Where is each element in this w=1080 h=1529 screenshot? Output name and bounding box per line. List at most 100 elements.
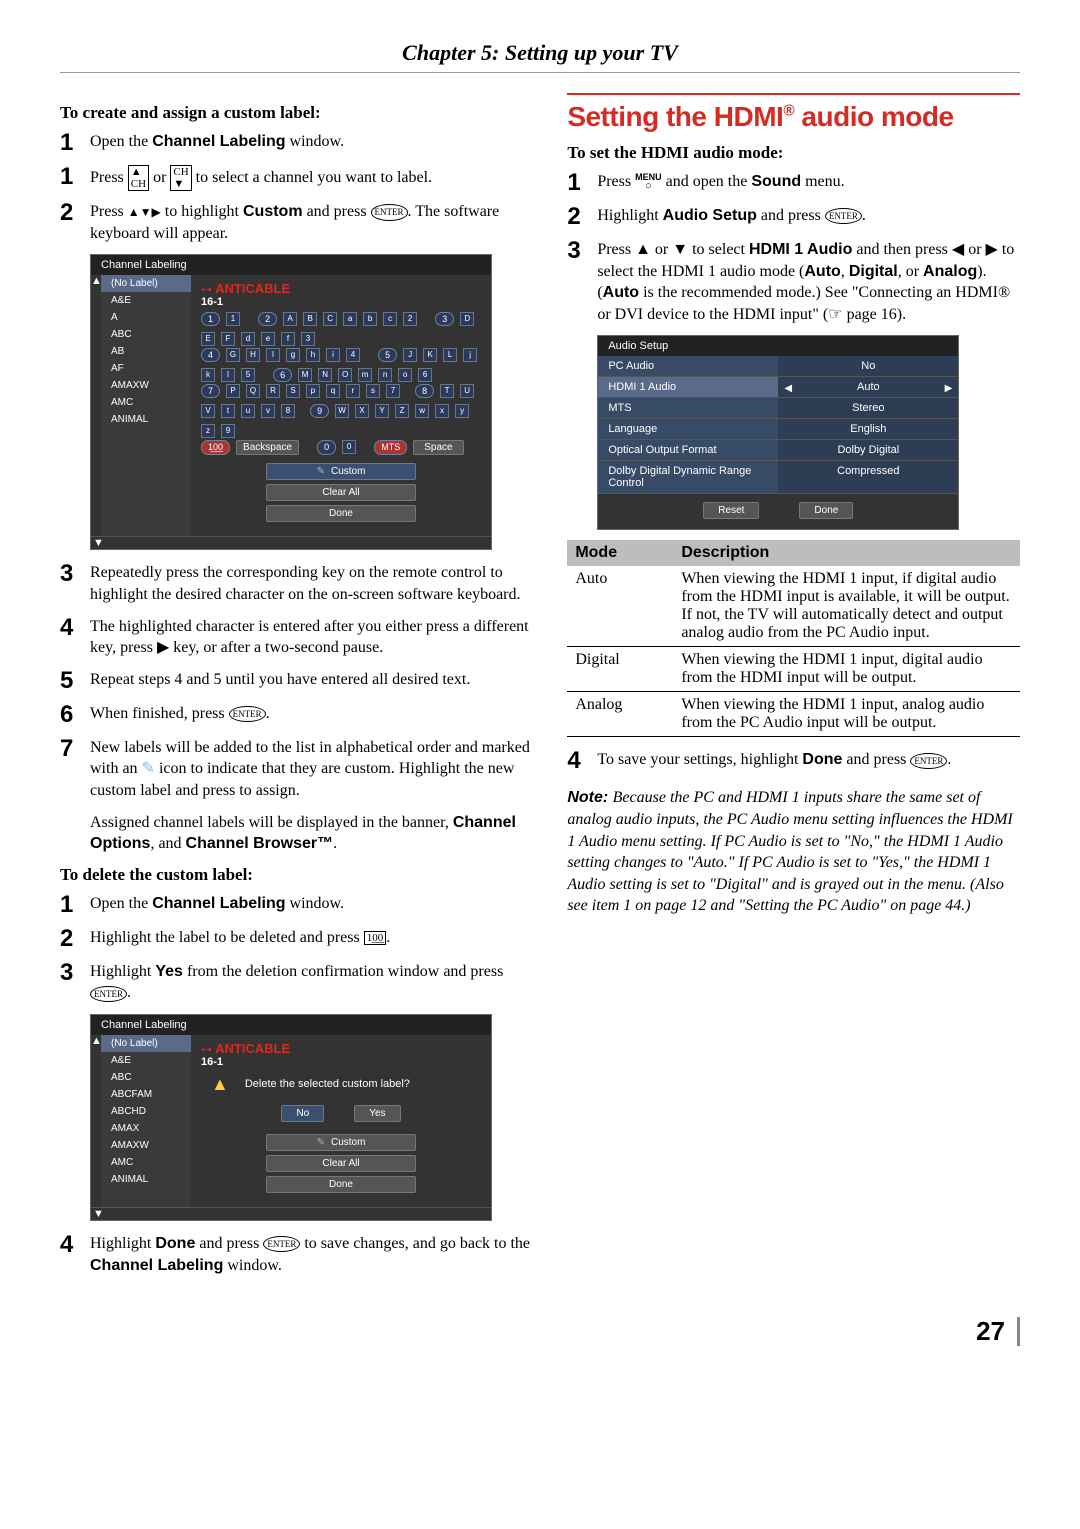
osd-title: Channel Labeling — [91, 1015, 491, 1035]
list-item: ABC — [101, 1069, 191, 1086]
list-item: ANIMAL — [101, 411, 191, 428]
mode-description-table: ModeDescription AutoWhen viewing the HDM… — [567, 540, 1020, 737]
list-item: ABCFAM — [101, 1086, 191, 1103]
osd-channel-labeling-delete: Channel Labeling ▲ (No Label) A&E ABC AB… — [90, 1014, 492, 1221]
right-column: Setting the HDMI® audio mode To set the … — [567, 93, 1020, 1286]
osd-channel-name: ANTICABLE — [215, 1041, 290, 1056]
table-cell: Analog — [567, 692, 673, 737]
list-item: A — [101, 309, 191, 326]
step-text: New labels will be added to the list in … — [90, 737, 535, 802]
list-item: (No Label) — [101, 1035, 191, 1052]
warning-icon: ▲ — [211, 1074, 229, 1095]
chapter-title: Chapter 5: Setting up your TV — [60, 40, 1020, 73]
step-text: Open the Channel Labeling window. — [90, 131, 535, 153]
key-group-icon: 4 — [201, 348, 220, 362]
steps-delete-cont: 4 Highlight Done and press ENTER to save … — [60, 1233, 535, 1276]
table-cell: Auto — [567, 566, 673, 647]
key-group-icon: 0 — [317, 440, 336, 455]
step-text: Highlight Audio Setup and press ENTER. — [597, 205, 1020, 227]
osd-audio-setup: Audio Setup PC AudioNo HDMI 1 Audio◀Auto… — [597, 335, 959, 530]
osd-value: No — [778, 356, 958, 376]
space-key: Space — [413, 440, 463, 455]
list-item: ABC — [101, 326, 191, 343]
steps-create-cont: 3Repeatedly press the corresponding key … — [60, 562, 535, 801]
enter-icon: ENTER — [910, 753, 947, 769]
osd-main: ⊶ ANTICABLE 16-1 ▲ Delete the selected c… — [191, 1035, 491, 1207]
osd-value: English — [778, 419, 958, 439]
step-text: When finished, press ENTER. — [90, 703, 535, 725]
heading-create-label: To create and assign a custom label: — [60, 103, 535, 123]
enter-icon: ENTER — [263, 1236, 300, 1252]
key-group-icon: 6 — [273, 368, 292, 382]
step-text: Press ▲CH or CH▼ to select a channel you… — [90, 165, 535, 191]
list-item: (No Label) — [101, 275, 191, 292]
step-text: Highlight Done and press ENTER to save c… — [90, 1233, 535, 1276]
note-lead: Note: — [567, 789, 612, 806]
clear-all-button: Clear All — [266, 484, 416, 501]
backspace-key: Backspace — [236, 440, 299, 455]
step-text: To save your settings, highlight Done an… — [597, 749, 1020, 771]
left-arrow-icon: ◀ — [784, 383, 792, 394]
table-cell: Digital — [567, 647, 673, 692]
osd-sidebar: (No Label) A&E ABC ABCFAM ABCHD AMAX AMA… — [101, 1035, 191, 1207]
delete-confirm-dialog: ▲ Delete the selected custom label? — [201, 1068, 481, 1101]
pencil-icon: ✎ — [142, 760, 155, 777]
osd-value: ◀Auto▶ — [778, 377, 958, 397]
step-number: 4 — [60, 1233, 82, 1257]
antenna-icon: ⊶ — [201, 1044, 212, 1056]
osd-main: ⊶ ANTICABLE 16-1 11 2ABCabc2 3DEFdef3 4G… — [191, 275, 491, 536]
osd-key: MTS — [598, 398, 778, 418]
osd-key: Dolby Digital Dynamic Range Control — [598, 461, 778, 493]
list-item: AMAX — [101, 1120, 191, 1137]
antenna-icon: ⊶ — [201, 284, 212, 296]
space-key-icon: MTS — [374, 440, 407, 455]
custom-button: ✎Custom — [266, 463, 416, 480]
list-item: AF — [101, 360, 191, 377]
scroll-up-icon: ▲ — [91, 275, 101, 536]
osd-value: Stereo — [778, 398, 958, 418]
osd-key: HDMI 1 Audio — [598, 377, 778, 397]
list-item: A&E — [101, 292, 191, 309]
list-item: AMAXW — [101, 1137, 191, 1154]
done-button: Done — [266, 1176, 416, 1193]
steps-create: 1 Open the Channel Labeling window. 1 Pr… — [60, 131, 535, 244]
key-group-icon: 7 — [201, 384, 220, 398]
backspace-key-icon: 1͟0͟0 — [201, 440, 230, 455]
step-number: 2 — [567, 205, 589, 229]
osd-value: Compressed — [778, 461, 958, 493]
no-button: No — [281, 1105, 324, 1122]
osd-title: Audio Setup — [598, 336, 958, 356]
step-text: Open the Channel Labeling window. — [90, 893, 535, 915]
note-text: Note: Because the PC and HDMI 1 inputs s… — [567, 787, 1020, 917]
osd-key: Language — [598, 419, 778, 439]
step-number: 6 — [60, 703, 82, 727]
table-cell: When viewing the HDMI 1 input, digital a… — [673, 647, 1020, 692]
step-number: 1 — [60, 131, 82, 155]
step-text: Press ▲ or ▼ to select HDMI 1 Audio and … — [597, 239, 1020, 325]
osd-title: Channel Labeling — [91, 255, 491, 275]
table-header: Mode — [567, 540, 673, 566]
ch-up-icon: ▲CH — [128, 165, 149, 191]
step-text: Highlight the label to be deleted and pr… — [90, 927, 535, 949]
pencil-icon: ✎ — [317, 466, 325, 477]
step-text: The highlighted character is entered aft… — [90, 616, 535, 659]
key-group-icon: 2 — [258, 312, 277, 326]
heading-set-hdmi: To set the HDMI audio mode: — [567, 143, 1020, 163]
osd-key: Optical Output Format — [598, 440, 778, 460]
pencil-icon: ✎ — [317, 1137, 325, 1148]
yes-button: Yes — [354, 1105, 400, 1122]
enter-icon: ENTER — [371, 204, 408, 220]
osd-channel-labeling-keyboard: Channel Labeling ▲ (No Label) A&E A ABC … — [90, 254, 492, 550]
list-item: AB — [101, 343, 191, 360]
osd-channel-number: 16-1 — [201, 296, 223, 308]
assigned-note: Assigned channel labels will be displaye… — [90, 812, 535, 855]
menu-button-icon: MENU○ — [635, 173, 662, 192]
scroll-down-icon: ▼ — [91, 537, 103, 549]
step-number: 7 — [60, 737, 82, 761]
key-group-icon: 5 — [378, 348, 397, 362]
step-number: 2 — [60, 927, 82, 951]
clear-all-button: Clear All — [266, 1155, 416, 1172]
right-arrow-icon: ▶ — [945, 383, 953, 394]
osd-channel-name: ANTICABLE — [215, 281, 290, 296]
step-text: Repeat steps 4 and 5 until you have ente… — [90, 669, 535, 691]
